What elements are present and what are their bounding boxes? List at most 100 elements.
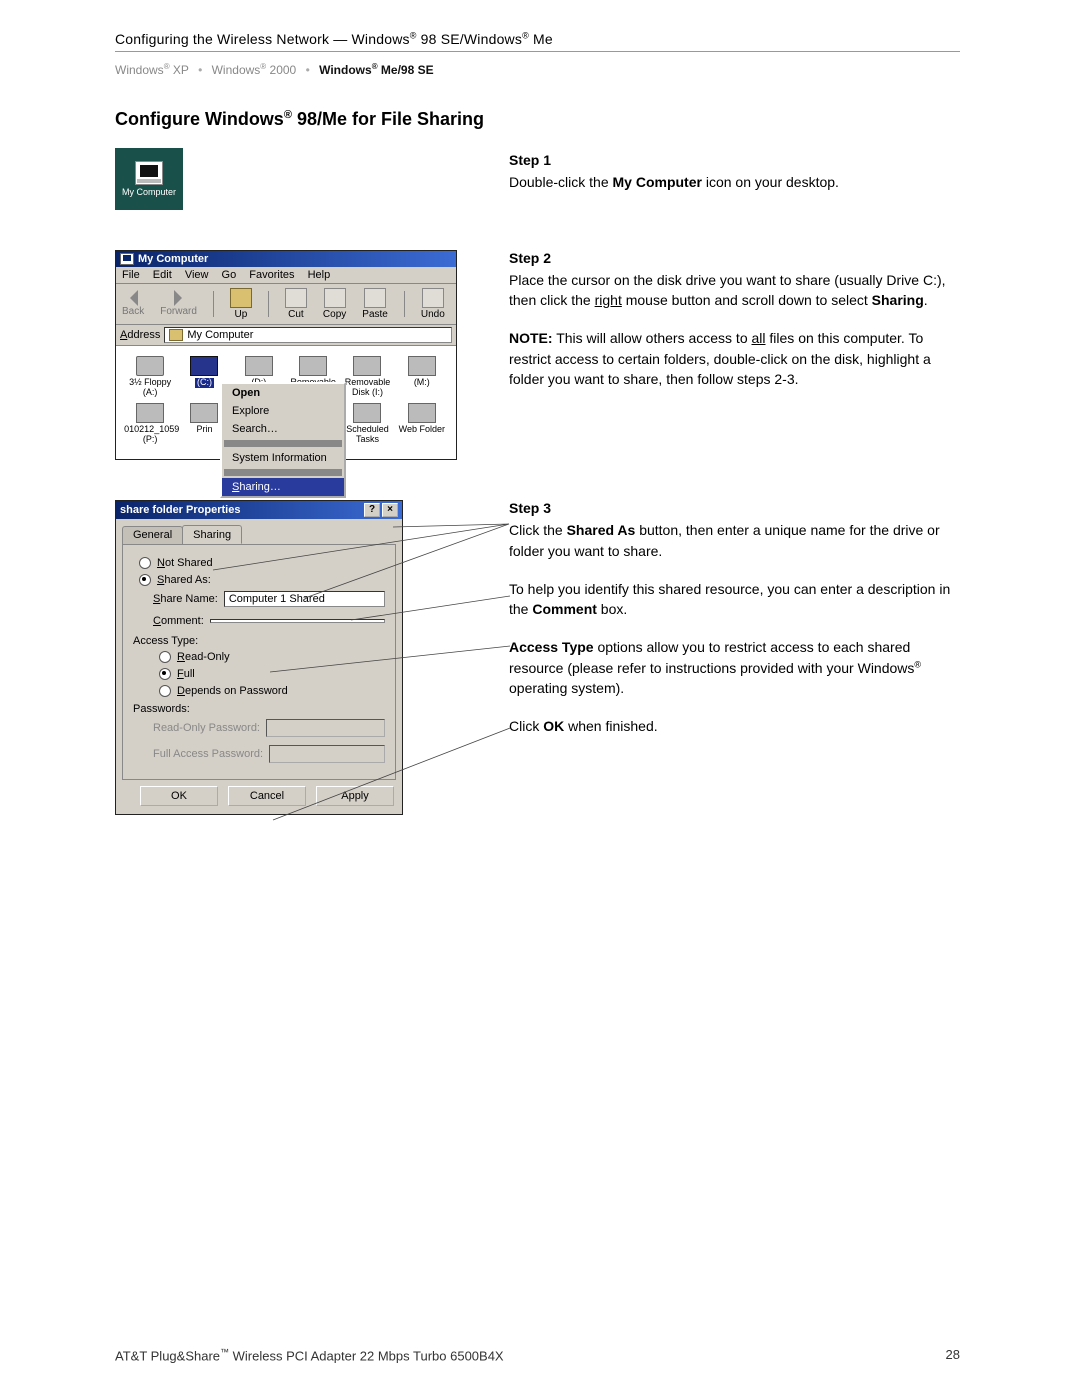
access-type-label: Access Type: (133, 635, 385, 647)
floppy-icon (136, 356, 164, 376)
properties-dialog: share folder Properties ? × General Shar… (115, 500, 403, 815)
separator-dot: • (306, 63, 310, 77)
menu-help[interactable]: Help (308, 269, 331, 281)
arrow-right-icon (174, 290, 190, 306)
reg-mark: ® (410, 30, 417, 40)
drive-p[interactable]: 010212_1059(P:) (124, 403, 176, 445)
page-footer: AT&T Plug&Share™ Wireless PCI Adapter 22… (115, 1347, 960, 1363)
context-menu-explore[interactable]: Explore (222, 402, 344, 420)
window-titlebar[interactable]: My Computer (116, 251, 456, 267)
breadcrumb-item: Windows® 2000 (212, 63, 297, 77)
dialog-title: share folder Properties (120, 504, 240, 516)
full-access-password-input (269, 745, 385, 763)
ok-button[interactable]: OK (140, 786, 218, 806)
cancel-button[interactable]: Cancel (228, 786, 306, 806)
tab-sharing[interactable]: Sharing (182, 525, 242, 544)
menu-view[interactable]: View (185, 269, 209, 281)
toolbar-undo[interactable]: Undo (421, 288, 445, 320)
toolbar-copy[interactable]: Copy (323, 288, 346, 320)
header-text-a: Configuring the Wireless Network — Windo… (115, 31, 410, 47)
radio-not-shared[interactable]: Not Shared (139, 557, 385, 569)
step-body: Click OK when finished. (509, 716, 960, 736)
context-menu-system-information[interactable]: System Information (222, 449, 344, 467)
radio-full[interactable]: Full (159, 668, 385, 680)
drive-icon (245, 356, 273, 376)
step-body: Click the Shared As button, then enter a… (509, 520, 960, 561)
dialog-tabs: General Sharing (116, 519, 402, 544)
toolbar-paste[interactable]: Paste (362, 288, 388, 320)
paste-icon (364, 288, 386, 308)
radio-icon (159, 685, 171, 697)
reg-mark: ® (522, 30, 529, 40)
context-menu-search[interactable]: Search… (222, 420, 344, 438)
web-folder[interactable]: Web Folder (396, 403, 448, 445)
drive-floppy-a[interactable]: 3½ Floppy (A:) (124, 356, 176, 398)
monitor-icon (135, 161, 163, 185)
desktop-icon-my-computer[interactable]: My Computer (115, 148, 183, 210)
separator (213, 291, 214, 317)
breadcrumb-item: Windows® XP (115, 63, 189, 77)
drive-removable-i[interactable]: RemovableDisk (I:) (341, 356, 393, 398)
address-input[interactable]: My Computer (164, 327, 452, 343)
copy-icon (324, 288, 346, 308)
radio-read-only[interactable]: Read-Only (159, 651, 385, 663)
comment-input[interactable] (210, 619, 385, 623)
menubar: File Edit View Go Favorites Help (116, 267, 456, 284)
toolbar-up[interactable]: Up (230, 288, 252, 320)
toolbar-forward[interactable]: Forward (160, 290, 197, 317)
tab-general[interactable]: General (122, 526, 183, 545)
header-text-b: 98 SE/Windows (417, 31, 523, 47)
separator (224, 440, 342, 447)
dialog-titlebar[interactable]: share folder Properties ? × (116, 501, 402, 519)
footer-product: AT&T Plug&Share™ Wireless PCI Adapter 22… (115, 1347, 504, 1363)
apply-button[interactable]: Apply (316, 786, 394, 806)
close-button[interactable]: × (382, 503, 398, 517)
menu-file[interactable]: File (122, 269, 140, 281)
menu-favorites[interactable]: Favorites (249, 269, 294, 281)
toolbar: Back Forward Up Cut Copy Paste Undo (116, 284, 456, 325)
removable-icon (353, 356, 381, 376)
step-heading: Step 2 (509, 250, 960, 266)
step-heading: Step 1 (509, 152, 960, 168)
scheduled-tasks-icon (353, 403, 381, 423)
breadcrumb-item-current: Windows® Me/98 SE (319, 63, 434, 77)
step-body: Double-click the My Computer icon on you… (509, 172, 960, 192)
window-title: My Computer (138, 253, 208, 265)
radio-depends-on-password[interactable]: Depends on Password (159, 685, 385, 697)
menu-edit[interactable]: Edit (153, 269, 172, 281)
header-title: Configuring the Wireless Network — Windo… (115, 31, 553, 47)
tab-panel-sharing: Not Shared Shared As: Share Name: Comput… (122, 544, 396, 780)
radio-icon (139, 574, 151, 586)
radio-icon (139, 557, 151, 569)
context-menu: Open Explore Search… System Information … (220, 382, 346, 498)
file-pane: 3½ Floppy (A:) (C:) (D:) Removable Remov… (116, 346, 456, 460)
radio-shared-as[interactable]: Shared As: (139, 574, 385, 586)
removable-icon (299, 356, 327, 376)
radio-label: Not Shared (157, 557, 213, 569)
web-folder-icon (408, 403, 436, 423)
scheduled-tasks[interactable]: ScheduledTasks (341, 403, 393, 445)
context-menu-sharing[interactable]: Sharing… (222, 478, 344, 496)
monitor-icon (120, 253, 134, 265)
address-bar: Address My Computer (116, 325, 456, 346)
scissors-icon (285, 288, 307, 308)
help-button[interactable]: ? (364, 503, 380, 517)
full-access-password-label: Full Access Password: (153, 748, 263, 760)
radio-icon (159, 651, 171, 663)
read-only-password-label: Read-Only Password: (153, 722, 260, 734)
address-value: My Computer (187, 329, 253, 341)
drive-m[interactable]: (M:) (396, 356, 448, 398)
drive-icon (408, 356, 436, 376)
radio-label: Full (177, 668, 195, 680)
share-name-input[interactable]: Computer 1 Shared (224, 591, 385, 607)
desktop-icon-label: My Computer (122, 187, 176, 197)
printer-icon (190, 403, 218, 423)
toolbar-back[interactable]: Back (122, 290, 144, 317)
monitor-icon (169, 329, 183, 341)
toolbar-cut[interactable]: Cut (285, 288, 307, 320)
step-heading: Step 3 (509, 500, 960, 516)
arrow-left-icon (122, 290, 138, 306)
menu-go[interactable]: Go (222, 269, 237, 281)
context-menu-open[interactable]: Open (222, 384, 344, 402)
drive-icon (136, 403, 164, 423)
